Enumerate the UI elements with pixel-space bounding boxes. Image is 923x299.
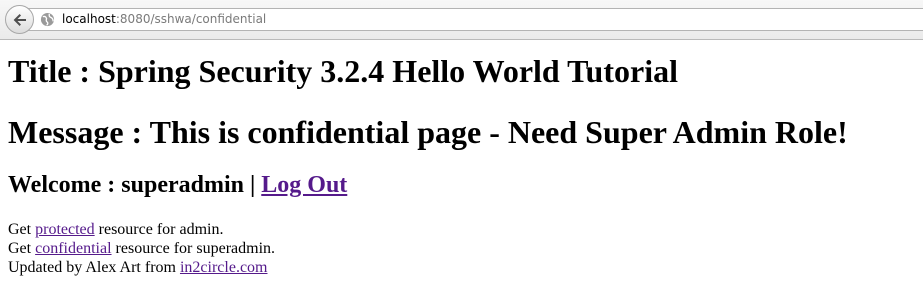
in2circle-link[interactable]: in2circle.com: [180, 259, 268, 276]
address-bar[interactable]: localhost:8080/sshwa/confidential: [24, 8, 923, 31]
info-line-suffix: resource for admin.: [94, 221, 224, 238]
globe-icon: [40, 12, 55, 27]
info-block: Get protected resource for admin. Get co…: [8, 220, 915, 277]
back-arrow-icon: [13, 13, 26, 26]
welcome-heading: Welcome : superadmin | Log Out: [8, 171, 915, 199]
info-line-prefix: Updated by Alex Art from: [8, 259, 180, 276]
page-message: Message : This is confidential page - Ne…: [8, 114, 848, 150]
confidential-link[interactable]: confidential: [35, 240, 111, 257]
url-path: :8080/sshwa/confidential: [115, 12, 267, 26]
welcome-text: Welcome : superadmin |: [8, 172, 262, 198]
info-line-confidential: Get confidential resource for superadmin…: [8, 239, 915, 258]
page-title: Title : Spring Security 3.2.4 Hello Worl…: [8, 53, 678, 89]
info-line-protected: Get protected resource for admin.: [8, 220, 915, 239]
back-button[interactable]: [5, 5, 34, 34]
url-host: localhost: [62, 12, 116, 26]
protected-link[interactable]: protected: [35, 221, 95, 238]
info-line-suffix: resource for superadmin.: [111, 240, 276, 257]
info-line-prefix: Get: [8, 221, 36, 238]
browser-toolbar: localhost:8080/sshwa/confidential: [0, 0, 923, 40]
page-content: Title : Spring Security 3.2.4 Hello Worl…: [0, 53, 923, 277]
logout-link[interactable]: Log Out: [261, 172, 347, 198]
address-bar-url: localhost:8080/sshwa/confidential: [62, 12, 266, 27]
info-line-prefix: Get: [8, 240, 36, 257]
info-line-credit: Updated by Alex Art from in2circle.com: [8, 258, 915, 277]
